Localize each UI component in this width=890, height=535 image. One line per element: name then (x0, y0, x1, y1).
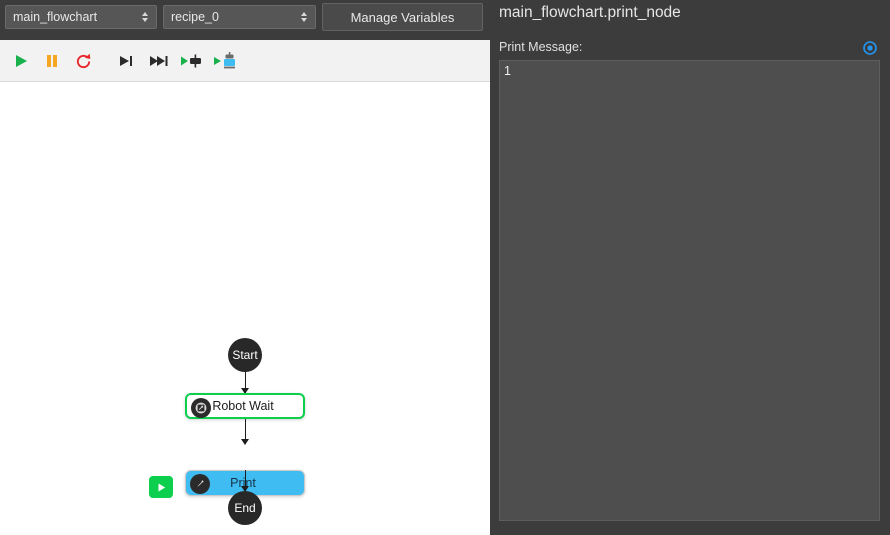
recipe-select[interactable]: recipe_0 (163, 5, 316, 29)
recipe-select-value: recipe_0 (171, 10, 219, 24)
node-start-label: Start (232, 348, 258, 362)
manage-variables-label: Manage Variables (350, 9, 455, 25)
updown-arrows-icon (296, 6, 312, 28)
record-target-icon[interactable] (863, 41, 877, 55)
edge-start-to-robot-wait (242, 372, 249, 394)
run-to-node-button[interactable] (178, 48, 206, 74)
run-here-button[interactable] (149, 476, 173, 498)
step-double-icon (150, 56, 168, 66)
flowchart-select-value: main_flowchart (13, 10, 98, 24)
play-icon (158, 483, 165, 491)
node-end-label: End (234, 501, 256, 515)
updown-arrows-icon (137, 6, 153, 28)
node-robot-wait[interactable]: Robot Wait (185, 393, 305, 419)
run-interactor-button[interactable] (211, 48, 239, 74)
selector-bar: main_flowchart recipe_0 Manage Variables (0, 0, 490, 40)
page-title: main_flowchart.print_node (499, 4, 681, 21)
pause-icon (47, 55, 57, 67)
application-window: main_flowchart recipe_0 Manage Variables (0, 0, 890, 535)
pause-button[interactable] (39, 48, 65, 74)
flowchart-select[interactable]: main_flowchart (5, 5, 157, 29)
playback-toolbar: Exit Interactor (0, 40, 490, 114)
play-to-robot-icon (214, 52, 235, 69)
node-end[interactable]: End (228, 491, 262, 525)
play-to-node-icon (181, 54, 201, 68)
flowchart-canvas[interactable]: Start Robot Wait Print End (0, 82, 490, 535)
robot-wait-icon (191, 398, 211, 418)
step-over-button[interactable] (146, 48, 172, 74)
flowchart-pane: main_flowchart recipe_0 Manage Variables (0, 0, 490, 535)
step-single-icon (119, 56, 132, 66)
play-icon (16, 55, 27, 67)
print-pen-icon (190, 474, 210, 494)
edge-print-to-end (242, 470, 249, 492)
manage-variables-button[interactable]: Manage Variables (322, 3, 483, 31)
reset-button[interactable] (70, 48, 96, 74)
reload-icon (76, 53, 90, 68)
print-message-input[interactable] (499, 60, 880, 521)
node-inspector-pane: main_flowchart.print_node Print Message: (490, 0, 890, 535)
print-message-label: Print Message: (499, 40, 583, 54)
node-start[interactable]: Start (228, 338, 262, 372)
edge-robot-wait-to-print (242, 419, 249, 445)
step-into-button[interactable] (113, 48, 139, 74)
run-button[interactable] (8, 48, 34, 74)
